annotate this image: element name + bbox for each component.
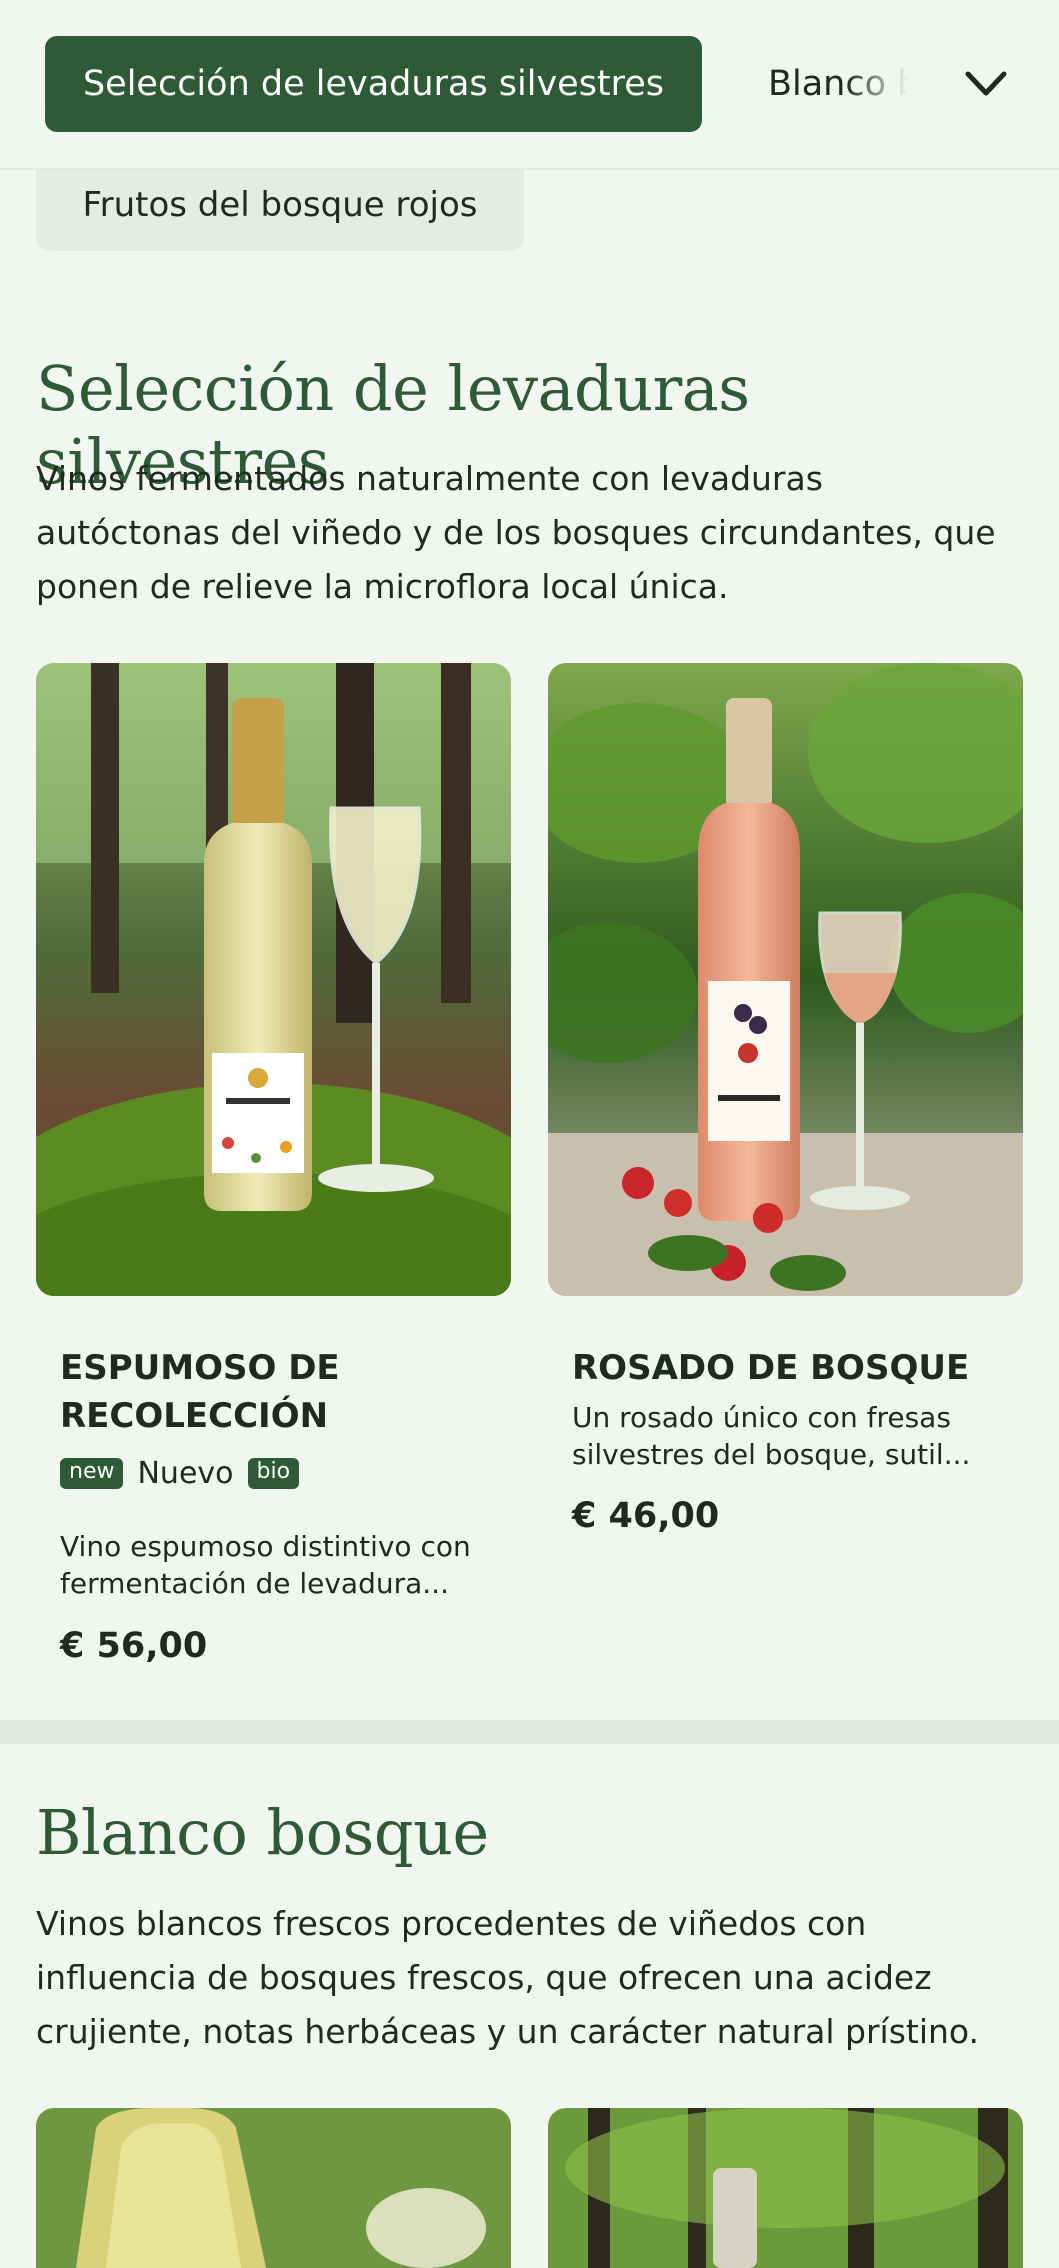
new-badge: new (60, 1458, 124, 1489)
section-title: Blanco bosque (36, 1796, 489, 1869)
product-image-blanco-2[interactable] (548, 2108, 1023, 2268)
category-pill-label: Blanco bosque (768, 64, 908, 104)
category-pill-active[interactable]: Selección de levaduras silvestres (45, 36, 702, 132)
bio-badge: bio (247, 1458, 300, 1489)
category-pill-blanco-bosque[interactable]: Blanco bosque (768, 36, 908, 132)
product-image-blanco-1[interactable] (36, 2108, 511, 2268)
product-name[interactable]: ESPUMOSO DE RECOLECCIÓN (60, 1344, 480, 1440)
product-badges: new Nuevo bio (60, 1456, 300, 1491)
category-pill-label: Selección de levaduras silvestres (82, 64, 665, 104)
product-name[interactable]: ROSADO DE BOSQUE (572, 1344, 992, 1392)
category-pill-label: Frutos del bosque rojos (82, 184, 478, 225)
new-badge-label: Nuevo (137, 1456, 234, 1491)
product-image-sparkling[interactable] (36, 663, 511, 1296)
product-price: € 46,00 (572, 1496, 720, 1536)
product-image-rosado[interactable] (548, 663, 1023, 1296)
product-price: € 56,00 (60, 1626, 208, 1666)
chevron-down-icon[interactable] (962, 62, 1010, 106)
section-description: Vinos fermentados naturalmente con levad… (36, 459, 996, 606)
category-nav-bar: Selección de levaduras silvestres Blanco… (0, 0, 1059, 170)
section-description: Vinos blancos frescos procedentes de viñ… (36, 1904, 980, 2051)
product-description: Vino espumoso distintivo con fermentació… (60, 1530, 471, 1600)
section-divider (0, 1720, 1059, 1744)
product-description: Un rosado único con fresas silvestres de… (572, 1401, 971, 1471)
